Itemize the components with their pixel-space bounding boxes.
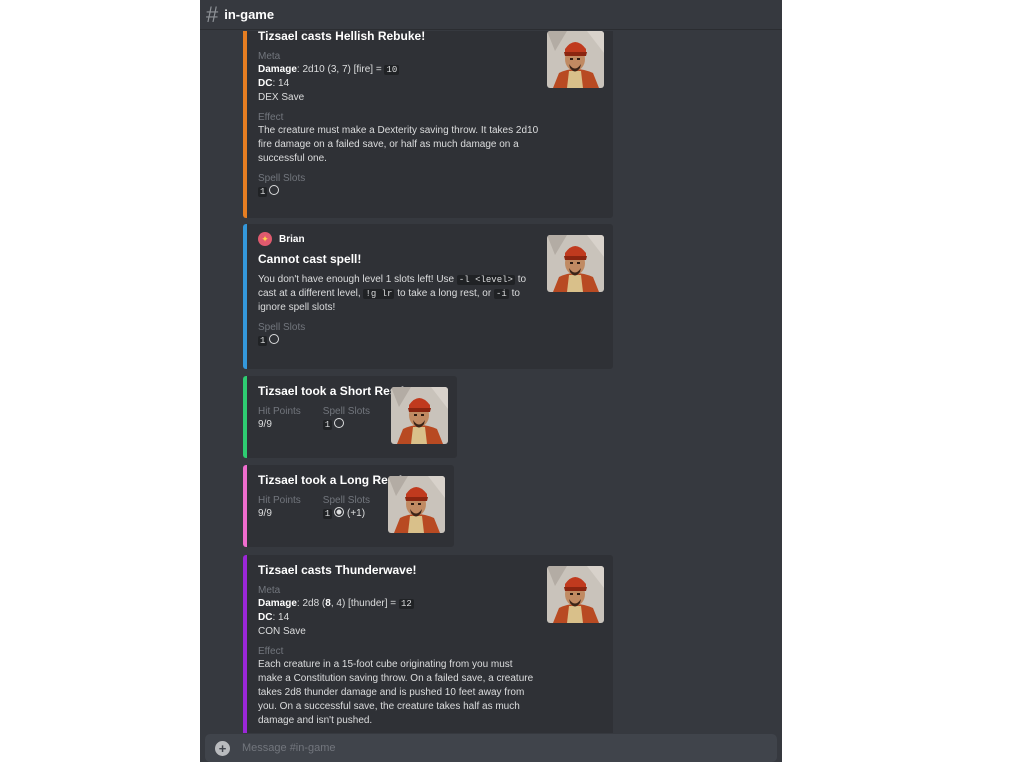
code-level-arg: -l <level> bbox=[456, 275, 515, 285]
save-type: CON Save bbox=[258, 626, 306, 637]
field-name-spell-slots: Spell Slots bbox=[322, 406, 371, 417]
character-portrait bbox=[391, 387, 448, 444]
slot-delta: (+1) bbox=[346, 508, 366, 519]
field-name-spell-slots: Spell Slots bbox=[258, 322, 306, 333]
empty-slot-icon bbox=[269, 334, 280, 344]
damage-label: Damage bbox=[258, 64, 297, 75]
channel-name: in-game bbox=[224, 7, 275, 22]
code-long-rest: !g lr bbox=[363, 289, 395, 299]
embed-long-rest: Tizsael took a Long Rest! Hit Points 9/9… bbox=[243, 465, 454, 547]
field-name-hit-points: Hit Points bbox=[258, 495, 301, 506]
empty-slot-icon bbox=[269, 185, 280, 195]
discord-window: # in-game Tizsael casts Hellish Rebuke! … bbox=[200, 0, 782, 762]
slot-level: 1 bbox=[322, 420, 333, 430]
character-portrait bbox=[388, 476, 445, 533]
field-name-effect: Effect bbox=[258, 112, 284, 123]
hash-icon: # bbox=[206, 1, 219, 27]
author-name: Brian bbox=[279, 233, 305, 245]
embed-short-rest: Tizsael took a Short Rest! Hit Points 9/… bbox=[243, 376, 457, 458]
embed-hellish-rebuke: Tizsael casts Hellish Rebuke! Meta Damag… bbox=[243, 31, 613, 218]
slot-level: 1 bbox=[258, 187, 268, 197]
dc-label: DC bbox=[258, 78, 273, 89]
field-name-spell-slots: Spell Slots bbox=[322, 495, 371, 506]
code-ignore: -i bbox=[493, 289, 509, 299]
slot-level: 1 bbox=[322, 509, 333, 519]
author-avatar: ✦ bbox=[258, 232, 272, 246]
damage-label: Damage bbox=[258, 598, 297, 609]
dc-value: 14 bbox=[278, 612, 290, 623]
damage-total: 10 bbox=[384, 65, 400, 75]
slot-level: 1 bbox=[258, 336, 268, 346]
dc-value: 14 bbox=[278, 78, 290, 89]
field-name-spell-slots: Spell Slots bbox=[258, 173, 306, 184]
hit-points-value: 9/9 bbox=[258, 419, 272, 430]
add-attachment-icon[interactable]: + bbox=[215, 740, 230, 756]
effect-text: Each creature in a 15-foot cube originat… bbox=[258, 659, 534, 726]
character-portrait bbox=[547, 235, 604, 292]
hit-points-value: 9/9 bbox=[258, 508, 272, 519]
message-feed[interactable]: Tizsael casts Hellish Rebuke! Meta Damag… bbox=[200, 31, 782, 733]
filled-slot-icon bbox=[334, 507, 345, 517]
character-portrait bbox=[547, 566, 604, 623]
save-type: DEX Save bbox=[258, 92, 305, 103]
message-input[interactable]: Message #in-game bbox=[242, 742, 336, 754]
empty-slot-icon bbox=[334, 418, 345, 428]
character-portrait bbox=[547, 31, 604, 88]
damage-total: 12 bbox=[398, 599, 414, 609]
dc-label: DC bbox=[258, 612, 273, 623]
field-name-effect: Effect bbox=[258, 646, 284, 657]
channel-header: # in-game bbox=[200, 0, 782, 30]
damage-value: 2d10 (3, 7) [fire] = bbox=[302, 64, 382, 75]
embed-cannot-cast: ✦ Brian Cannot cast spell! You don't hav… bbox=[243, 224, 613, 369]
embed-thunderwave: Tizsael casts Thunderwave! Meta Damage: … bbox=[243, 555, 613, 733]
field-name-hit-points: Hit Points bbox=[258, 406, 301, 417]
effect-text: The creature must make a Dexterity savin… bbox=[258, 125, 539, 164]
embed-description: You don't have enough level 1 slots left… bbox=[258, 274, 527, 313]
message-composer[interactable]: + Message #in-game bbox=[205, 734, 777, 762]
